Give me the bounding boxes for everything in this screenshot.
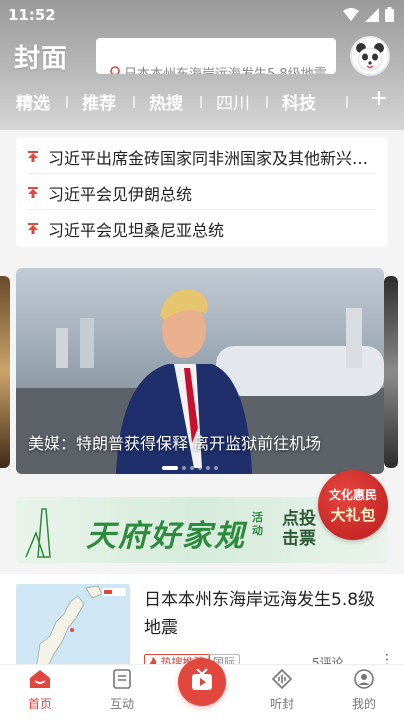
nav-tv-button[interactable]	[178, 658, 226, 706]
carousel-dot-active[interactable]	[162, 466, 178, 470]
tab-sichuan[interactable]: 四川	[216, 89, 250, 114]
search-placeholder: 日本本州东海岸远海发生5.8级地震	[124, 63, 327, 74]
tab-divider	[66, 96, 68, 108]
hot-news-list: 习近平出席金砖国家同非洲国家及其他新兴市场国家和发展中国家领导人对话会 习近平会…	[16, 137, 388, 247]
signal-icon	[365, 7, 379, 22]
gift-line-2: 大礼包	[330, 506, 376, 524]
carousel-dot[interactable]	[214, 466, 218, 470]
document-icon	[113, 669, 131, 689]
slide-caption: 美媒：特朗普获得保释 离开监狱前往机场	[28, 434, 322, 453]
up-arrow-icon	[28, 187, 38, 198]
home-icon	[30, 670, 50, 688]
nav-home[interactable]: 首页	[10, 669, 70, 712]
app-logo: 封面	[14, 44, 69, 74]
carousel-prev-slide[interactable]	[0, 276, 10, 468]
map-image	[16, 584, 130, 670]
tab-divider	[133, 96, 135, 108]
panda-avatar-icon	[356, 43, 384, 71]
search-icon	[110, 66, 120, 74]
carousel-next-slide[interactable]	[384, 276, 398, 468]
battery-icon	[385, 7, 394, 22]
banner-subtitle: 活动	[252, 511, 263, 537]
divider	[28, 209, 376, 210]
avatar[interactable]	[350, 36, 390, 76]
banner-vote-label: 点投击票	[282, 509, 316, 549]
audio-icon	[271, 668, 293, 690]
carousel-dot[interactable]	[198, 466, 202, 470]
nav-audio-label: 听封	[269, 697, 294, 711]
add-channel-button[interactable]: +	[370, 86, 388, 111]
tab-featured[interactable]: 精选	[16, 89, 50, 114]
tab-recommend[interactable]: 推荐	[82, 89, 116, 114]
carousel-dot[interactable]	[190, 466, 194, 470]
carousel-dots	[162, 466, 218, 470]
gift-line-1: 文化惠民	[328, 488, 377, 502]
news-title: 习近平会见伊朗总统	[48, 185, 193, 204]
news-carousel: 美媒：特朗普获得保释 离开监狱前往机场	[0, 268, 404, 478]
tab-divider	[266, 96, 268, 108]
tab-tech[interactable]: 科技	[282, 89, 316, 114]
status-time: 11:52	[8, 6, 56, 24]
feed-thumbnail	[16, 584, 130, 670]
tab-divider	[346, 96, 348, 108]
tab-divider	[200, 96, 202, 108]
carousel-dot[interactable]	[182, 466, 186, 470]
nav-interact-label: 互动	[109, 697, 134, 711]
list-item[interactable]: 习近平出席金砖国家同非洲国家及其他新兴市场国家和发展中国家领导人对话会	[16, 139, 388, 173]
divider	[28, 173, 376, 174]
up-arrow-icon	[28, 151, 38, 162]
profile-icon	[354, 669, 374, 689]
feed-card[interactable]: 日本本州东海岸远海发生5.8级地震 热搜推荐 国际 5评论 ⋮	[0, 574, 404, 672]
tower-icon	[25, 508, 51, 558]
list-item[interactable]: 习近平会见坦桑尼亚总统	[16, 211, 388, 245]
list-item[interactable]: 习近平会见伊朗总统	[16, 175, 388, 209]
status-bar: 11:52	[0, 0, 404, 30]
news-title: 习近平会见坦桑尼亚总统	[48, 221, 225, 240]
top-bar: 封面 日本本州东海岸远海发生5.8级地震	[0, 34, 404, 80]
wifi-icon	[343, 7, 359, 21]
carousel-slide[interactable]: 美媒：特朗普获得保释 离开监狱前往机场	[16, 268, 384, 474]
gift-badge[interactable]: 文化惠民 大礼包	[318, 470, 388, 540]
nav-profile-label: 我的	[351, 697, 376, 711]
nav-audio[interactable]: 听封	[252, 668, 312, 712]
banner-title: 天府好家规	[86, 519, 246, 554]
status-icons	[343, 7, 394, 22]
nav-profile[interactable]: 我的	[334, 669, 394, 712]
search-input[interactable]: 日本本州东海岸远海发生5.8级地震	[96, 38, 336, 74]
up-arrow-icon	[28, 223, 38, 234]
feed-title: 日本本州东海岸远海发生5.8级地震	[144, 590, 376, 638]
nav-interact[interactable]: 互动	[92, 669, 152, 712]
channel-tabs: 精选 推荐 热搜 四川 科技 +	[0, 86, 404, 116]
tv-icon	[192, 668, 212, 690]
tab-trending[interactable]: 热搜	[149, 89, 183, 114]
news-title: 习近平出席金砖国家同非洲国家及其他新兴市场国家和发展中国家领导人对话会	[48, 149, 378, 168]
nav-home-label: 首页	[27, 697, 52, 711]
carousel-dot[interactable]	[206, 466, 210, 470]
